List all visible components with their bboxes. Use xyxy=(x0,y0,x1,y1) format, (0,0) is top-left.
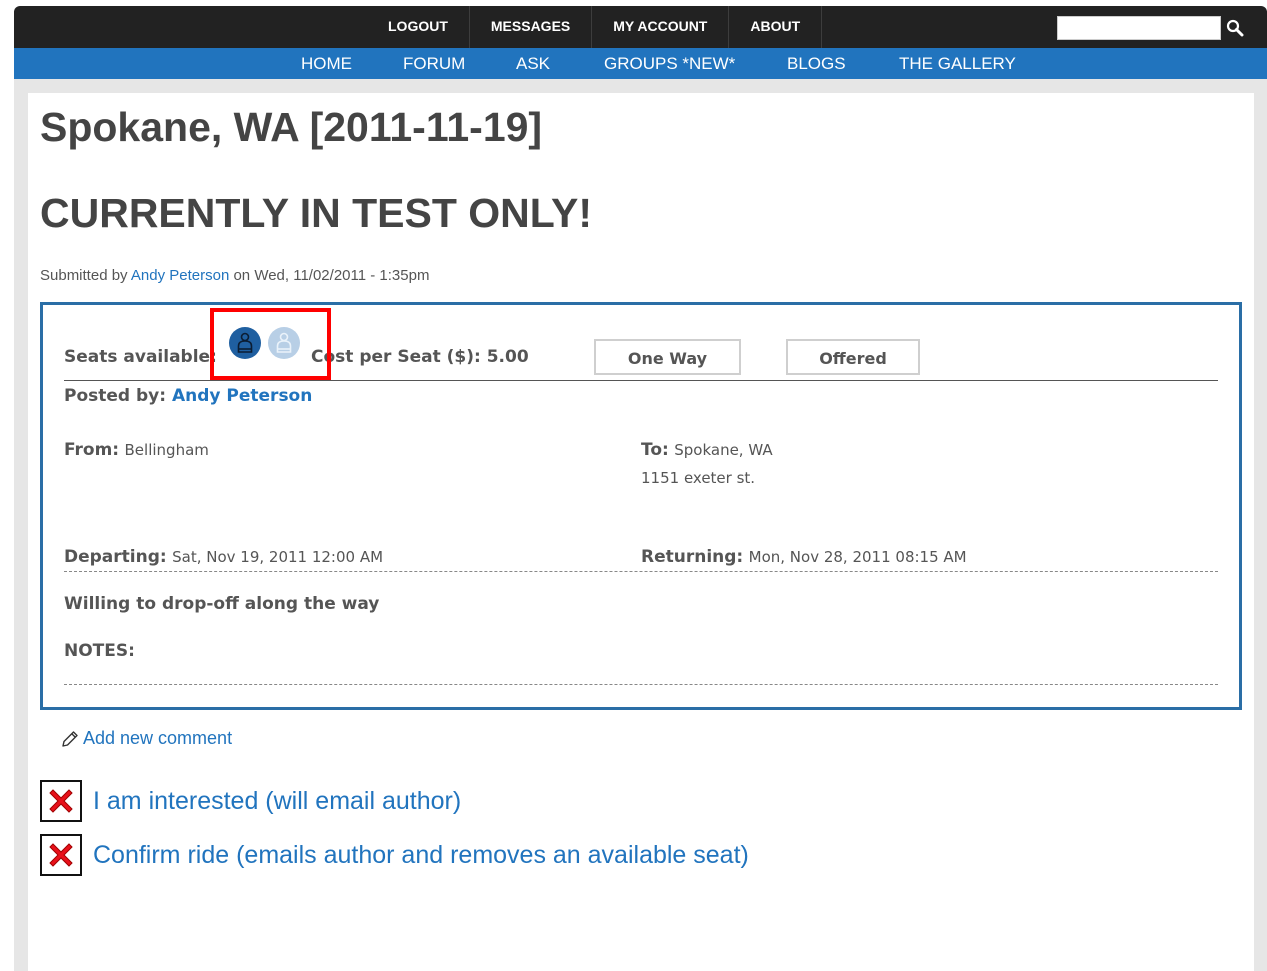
departing-label: Departing: xyxy=(64,547,167,567)
nav-groups[interactable]: GROUPS *NEW* xyxy=(604,48,735,79)
add-comment: Add new comment xyxy=(60,728,232,749)
from-field: From: Bellingham xyxy=(64,440,209,460)
seat-available-icon xyxy=(268,327,300,359)
interested-action: I am interested (will email author) xyxy=(40,780,461,822)
submitted-info: Submitted by Andy Peterson on Wed, 11/02… xyxy=(40,267,429,284)
dropoff-note: Willing to drop-off along the way xyxy=(64,594,380,614)
from-value: Bellingham xyxy=(124,441,209,459)
pencil-icon xyxy=(62,730,78,747)
departing-field: Departing: Sat, Nov 19, 2011 12:00 AM xyxy=(64,547,383,567)
dates-divider xyxy=(64,571,1218,572)
to-address: 1151 exeter st. xyxy=(641,469,756,487)
logout-link[interactable]: LOGOUT xyxy=(367,6,470,48)
submitted-author-link[interactable]: Andy Peterson xyxy=(131,267,229,284)
test-notice: CURRENTLY IN TEST ONLY! xyxy=(40,190,593,236)
search-button[interactable] xyxy=(1221,16,1249,40)
to-label: To: xyxy=(641,440,669,460)
nav-forum[interactable]: FORUM xyxy=(403,48,465,79)
cost-value: 5.00 xyxy=(486,347,529,367)
to-value: Spokane, WA xyxy=(674,441,773,459)
search-input[interactable] xyxy=(1057,16,1221,40)
search-form xyxy=(1057,16,1249,40)
my-account-link[interactable]: MY ACCOUNT xyxy=(592,6,730,48)
returning-value: Mon, Nov 28, 2011 08:15 AM xyxy=(748,548,967,566)
main-nav: HOME FORUM ASK GROUPS *NEW* BLOGS THE GA… xyxy=(14,48,1267,79)
nav-home[interactable]: HOME xyxy=(301,48,352,79)
top-bar: LOGOUT MESSAGES MY ACCOUNT ABOUT xyxy=(14,6,1267,48)
messages-link[interactable]: MESSAGES xyxy=(470,6,593,48)
posted-author-link[interactable]: Andy Peterson xyxy=(172,386,312,406)
from-label: From: xyxy=(64,440,120,460)
magnifier-icon xyxy=(1226,19,1244,37)
submitted-date: on Wed, 11/02/2011 - 1:35pm xyxy=(233,267,430,284)
confirm-action: Confirm ride (emails author and removes … xyxy=(40,834,749,876)
departing-value: Sat, Nov 19, 2011 12:00 AM xyxy=(172,548,384,566)
nav-blogs[interactable]: BLOGS xyxy=(787,48,846,79)
submitted-prefix: Submitted by xyxy=(40,267,128,284)
add-comment-link[interactable]: Add new comment xyxy=(83,728,232,749)
to-field: To: Spokane, WA xyxy=(641,440,773,460)
notes-label: NOTES: xyxy=(64,641,135,661)
nav-gallery[interactable]: THE GALLERY xyxy=(899,48,1016,79)
returning-label: Returning: xyxy=(641,547,744,567)
notes-divider xyxy=(64,684,1218,685)
nav-ask[interactable]: ASK xyxy=(516,48,550,79)
cost-label: Cost per Seat ($): xyxy=(311,347,481,367)
trip-type-badge: One Way xyxy=(594,339,741,375)
broken-image-x-icon xyxy=(40,780,82,822)
confirm-ride-link[interactable]: Confirm ride (emails author and removes … xyxy=(93,841,749,870)
page-title: Spokane, WA [2011-11-19] xyxy=(40,104,543,150)
header-divider xyxy=(64,380,1218,381)
top-nav: LOGOUT MESSAGES MY ACCOUNT ABOUT xyxy=(367,6,823,48)
broken-image-x-icon xyxy=(40,834,82,876)
about-link[interactable]: ABOUT xyxy=(729,6,823,48)
posted-label: Posted by: xyxy=(64,386,167,406)
cost-per-seat: Cost per Seat ($): 5.00 xyxy=(311,347,529,367)
seat-taken-icon xyxy=(229,327,261,359)
offer-type-badge: Offered xyxy=(786,339,920,375)
seats-available-label: Seats available: xyxy=(64,347,217,367)
posted-by: Posted by: Andy Peterson xyxy=(64,386,312,406)
returning-field: Returning: Mon, Nov 28, 2011 08:15 AM xyxy=(641,547,967,567)
interested-link[interactable]: I am interested (will email author) xyxy=(93,787,461,816)
